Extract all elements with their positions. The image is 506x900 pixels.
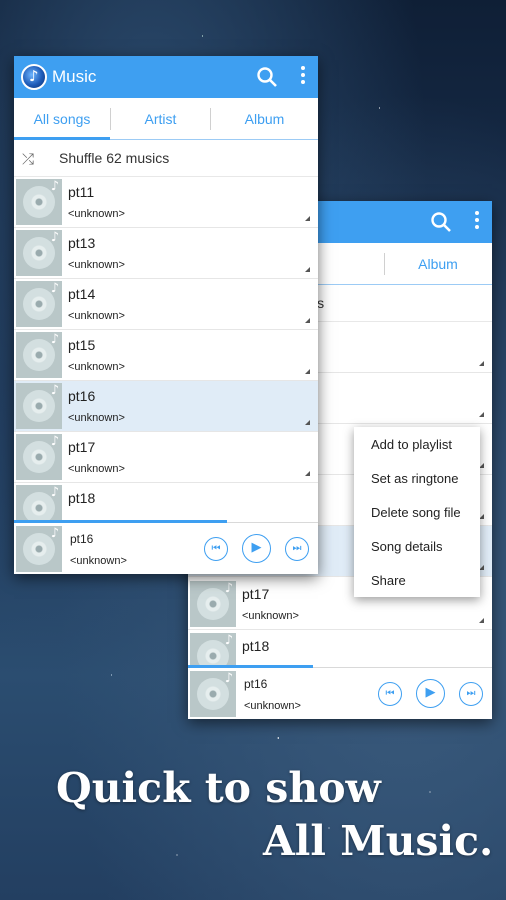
- now-playing-bar[interactable]: pt16 <unknown> ⏮ ▶ ⏭: [14, 520, 318, 574]
- song-artist: <unknown>: [68, 259, 125, 271]
- previous-icon[interactable]: ⏮: [378, 682, 402, 706]
- tab-artist[interactable]: Artist: [111, 98, 210, 140]
- now-playing-artist: <unknown>: [244, 700, 301, 712]
- item-menu-icon[interactable]: [305, 420, 310, 425]
- promo-caption-line1: Quick to show: [56, 764, 381, 812]
- list-item-selected[interactable]: pt16 <unknown>: [14, 381, 318, 432]
- album-art-icon: [16, 281, 62, 327]
- app-title: Music: [52, 67, 97, 86]
- tab-all-songs[interactable]: All songs: [14, 98, 110, 140]
- song-title: pt18: [68, 490, 96, 506]
- tab-separator: [384, 253, 385, 275]
- album-art-icon: [190, 581, 236, 627]
- song-title: pt14: [68, 286, 96, 302]
- now-playing-title: pt16: [70, 532, 94, 546]
- next-icon[interactable]: ⏭: [459, 682, 483, 706]
- next-icon[interactable]: ⏭: [285, 537, 309, 561]
- album-art-icon: [16, 332, 62, 378]
- item-menu-icon[interactable]: [479, 412, 484, 417]
- album-art-icon: [16, 230, 62, 276]
- song-title: pt16: [68, 388, 96, 404]
- song-title: pt17: [242, 586, 270, 602]
- album-art-icon: [16, 179, 62, 225]
- search-icon[interactable]: [429, 210, 453, 234]
- app-logo-icon: [21, 64, 47, 90]
- song-title: pt11: [68, 184, 95, 200]
- app-bar: Music: [14, 56, 318, 98]
- more-vertical-icon[interactable]: [474, 211, 480, 233]
- front-app-window: Music All songs Artist Album ⤮ Shuffle 6…: [14, 56, 318, 574]
- search-icon[interactable]: [255, 65, 279, 89]
- shuffle-row[interactable]: ⤮ Shuffle 62 musics: [14, 140, 318, 177]
- menu-item-add-to-playlist[interactable]: Add to playlist: [371, 437, 452, 452]
- album-art-icon: [16, 383, 62, 429]
- tab-bar: All songs Artist Album: [14, 98, 318, 140]
- now-playing-artist: <unknown>: [70, 555, 127, 567]
- item-menu-icon[interactable]: [479, 618, 484, 623]
- menu-item-delete-song-file[interactable]: Delete song file: [371, 505, 461, 520]
- back-now-playing-bar[interactable]: pt16 <unknown> ⏮ ▶ ⏭: [188, 665, 492, 719]
- song-title: pt15: [68, 337, 96, 353]
- now-playing-title: pt16: [244, 677, 268, 691]
- playback-progress[interactable]: [14, 520, 227, 523]
- previous-icon[interactable]: ⏮: [204, 537, 228, 561]
- playback-progress[interactable]: [188, 665, 313, 668]
- list-item[interactable]: pt13 <unknown>: [14, 228, 318, 279]
- menu-item-set-as-ringtone[interactable]: Set as ringtone: [371, 471, 458, 486]
- list-item[interactable]: pt15 <unknown>: [14, 330, 318, 381]
- menu-item-share[interactable]: Share: [371, 573, 406, 588]
- song-artist: <unknown>: [68, 208, 125, 220]
- tab-album[interactable]: Album: [388, 243, 488, 285]
- list-item[interactable]: pt14 <unknown>: [14, 279, 318, 330]
- song-artist: <unknown>: [68, 463, 125, 475]
- song-title: pt18: [242, 638, 270, 654]
- item-menu-icon[interactable]: [305, 471, 310, 476]
- song-artist: <unknown>: [68, 412, 125, 424]
- more-vertical-icon[interactable]: [300, 66, 306, 88]
- item-menu-icon[interactable]: [305, 216, 310, 221]
- song-title: pt13: [68, 235, 96, 251]
- play-icon[interactable]: ▶: [242, 534, 271, 563]
- list-item[interactable]: pt17 <unknown>: [14, 432, 318, 483]
- item-menu-icon[interactable]: [479, 361, 484, 366]
- song-title: pt17: [68, 439, 96, 455]
- shuffle-icon: ⤮: [22, 150, 35, 168]
- song-artist: <unknown>: [242, 610, 299, 622]
- promo-caption-line2: All Music.: [263, 817, 494, 865]
- song-artist: <unknown>: [68, 361, 125, 373]
- album-art-icon: [16, 526, 62, 572]
- album-art-icon: [190, 671, 236, 717]
- song-artist: <unknown>: [68, 310, 125, 322]
- song-context-menu: Add to playlist Set as ringtone Delete s…: [354, 427, 480, 597]
- menu-item-song-details[interactable]: Song details: [371, 539, 443, 554]
- list-item[interactable]: pt11 <unknown>: [14, 177, 318, 228]
- play-icon[interactable]: ▶: [416, 679, 445, 708]
- tab-album[interactable]: Album: [211, 98, 318, 140]
- item-menu-icon[interactable]: [305, 369, 310, 374]
- album-art-icon: [16, 434, 62, 480]
- item-menu-icon[interactable]: [305, 318, 310, 323]
- shuffle-label: Shuffle 62 musics: [59, 150, 170, 166]
- item-menu-icon[interactable]: [305, 267, 310, 272]
